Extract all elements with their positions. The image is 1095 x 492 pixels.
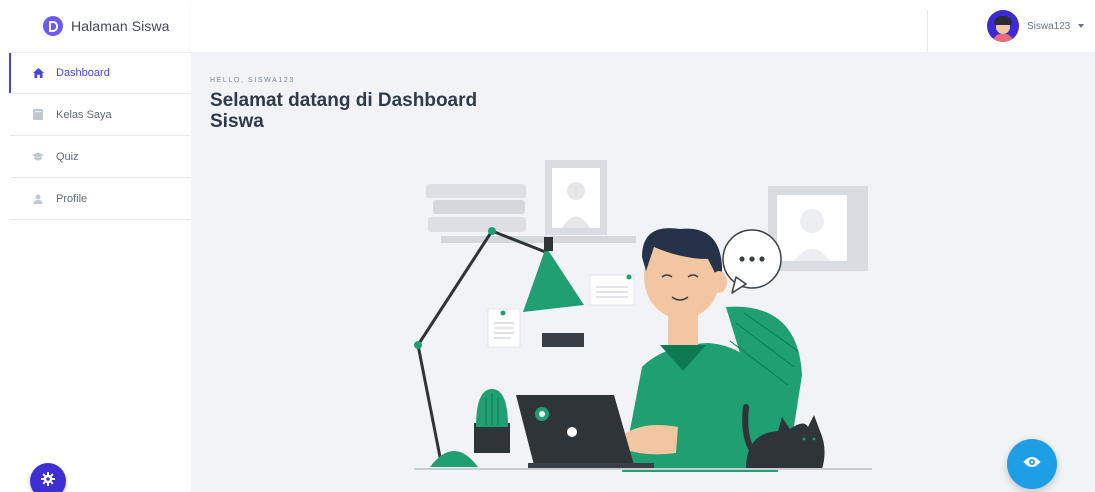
user-name: Siswa123 (1027, 20, 1071, 32)
gear-icon (41, 471, 55, 491)
sidebar-item-label: Quiz (56, 150, 79, 163)
main-content: HELLO, SISWA123 Selamat datang di Dashbo… (191, 52, 1095, 492)
settings-button[interactable] (30, 463, 66, 492)
sidebar-item-label: Kelas Saya (56, 108, 112, 121)
brand[interactable]: Halaman Siswa (10, 0, 191, 52)
user-icon (32, 193, 44, 205)
eye-icon (1023, 455, 1041, 473)
home-icon (32, 67, 44, 79)
sidebar-item-label: Dashboard (56, 67, 110, 79)
top-bar: Siswa123 (191, 0, 1095, 52)
sidebar-item-kelas-saya[interactable]: Kelas Saya (10, 94, 191, 136)
brand-name: Halaman Siswa (71, 18, 170, 34)
page-title: Selamat datang di Dashboard Siswa (210, 90, 478, 132)
sidebar-item-dashboard[interactable]: Dashboard (9, 52, 191, 94)
brand-logo-icon (43, 16, 63, 36)
sidebar-item-quiz[interactable]: Quiz (10, 136, 191, 178)
avatar (987, 10, 1019, 42)
sidebar: Halaman Siswa Dashboard Kelas Saya Quiz … (9, 0, 191, 492)
sidebar-nav: Dashboard Kelas Saya Quiz Profile (9, 52, 191, 220)
graduation-cap-icon (32, 151, 44, 163)
dashboard-illustration (414, 160, 872, 472)
book-icon (32, 109, 44, 121)
header-divider (927, 10, 928, 52)
sidebar-item-label: Profile (56, 192, 88, 205)
sidebar-item-profile[interactable]: Profile (10, 178, 191, 220)
view-button[interactable] (1007, 439, 1057, 489)
caret-down-icon (1078, 24, 1085, 28)
greeting-text: HELLO, SISWA123 (210, 77, 295, 84)
user-menu[interactable]: Siswa123 (987, 10, 1085, 42)
